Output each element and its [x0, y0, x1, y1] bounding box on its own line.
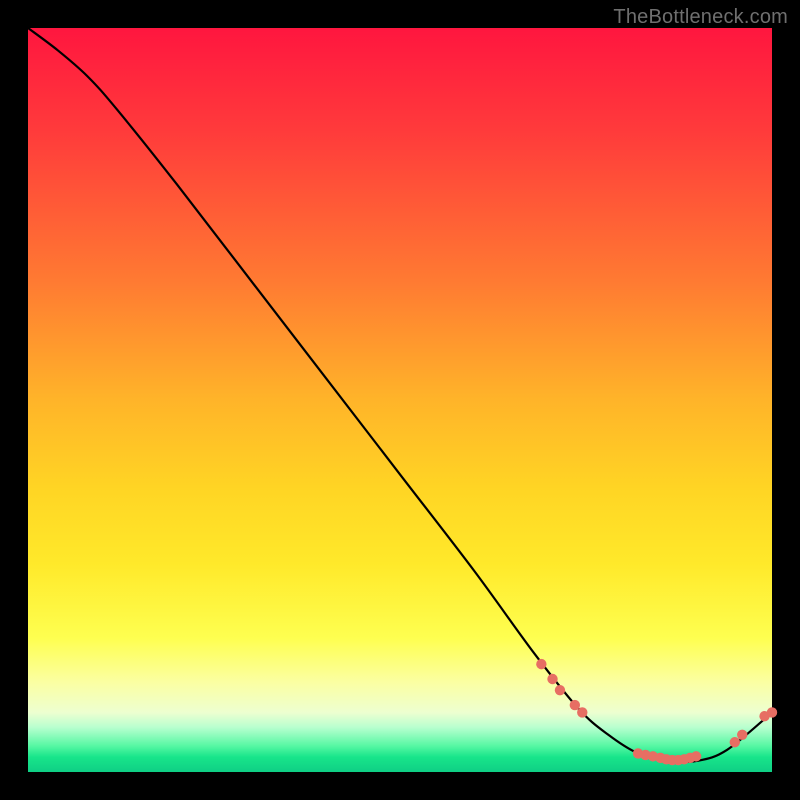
data-marker	[577, 707, 587, 717]
data-marker	[691, 751, 701, 761]
chart-plot-area	[28, 28, 772, 772]
data-marker	[570, 700, 580, 710]
data-marker	[730, 737, 740, 747]
chart-svg	[28, 28, 772, 772]
bottleneck-curve	[28, 28, 772, 762]
data-marker	[767, 707, 777, 717]
data-marker	[555, 685, 565, 695]
chart-markers	[536, 659, 777, 765]
data-marker	[737, 730, 747, 740]
data-marker	[536, 659, 546, 669]
watermark-text: TheBottleneck.com	[613, 6, 788, 29]
data-marker	[547, 674, 557, 684]
chart-frame: TheBottleneck.com	[0, 0, 800, 800]
